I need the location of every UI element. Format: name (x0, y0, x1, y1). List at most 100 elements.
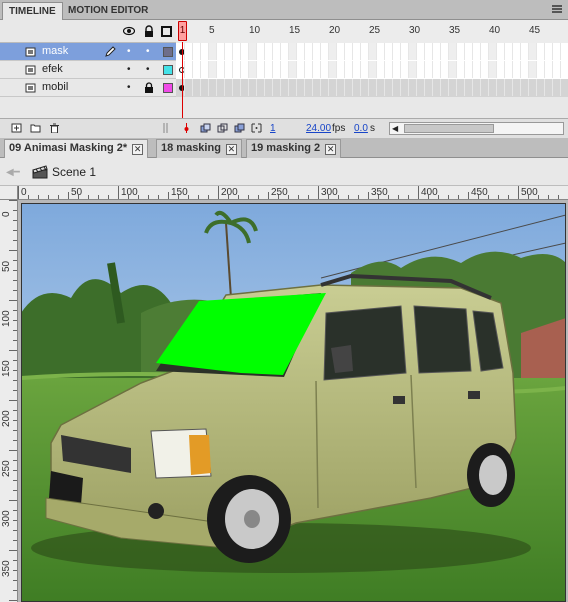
frame-cell-divider (200, 61, 201, 78)
frame-cell-divider (264, 61, 265, 78)
doc-tab-19-masking-2[interactable]: 19 masking 2 ✕ (246, 139, 342, 158)
panel-menu-icon[interactable] (552, 5, 562, 14)
new-layer-icon[interactable] (11, 123, 22, 133)
current-frame-value[interactable]: 1 (270, 123, 276, 134)
frame-cell-divider (344, 61, 345, 78)
frame-cell-divider (560, 79, 561, 96)
lock-icon[interactable] (144, 82, 154, 93)
frame-rate-value[interactable]: 24.00 (306, 123, 331, 134)
frame-cell-divider (240, 43, 241, 60)
layer-row-mask[interactable]: mask • • (0, 43, 568, 61)
frame-cell-divider (328, 79, 329, 96)
show-hide-all-eye-icon[interactable] (123, 25, 135, 37)
visibility-dot[interactable]: • (127, 47, 131, 57)
layer-row-mobil[interactable]: mobil • (0, 79, 568, 97)
layer-name-mask[interactable]: mask (42, 45, 68, 57)
frames-efek[interactable] (176, 61, 568, 79)
scroll-left-arrow-icon[interactable]: ◀ (392, 125, 398, 133)
ruler-tick (48, 195, 49, 199)
ruler-tick (13, 290, 17, 291)
new-folder-icon[interactable] (30, 123, 41, 133)
layer-color-swatch[interactable] (163, 65, 173, 75)
ruler-tick (208, 195, 209, 199)
panel-tab-bar: TIMELINE MOTION EDITOR (0, 0, 568, 20)
frame-cell-divider (200, 43, 201, 60)
frame-cell-divider (360, 79, 361, 96)
center-frame-icon[interactable] (183, 123, 190, 133)
layer-name-efek[interactable]: efek (42, 63, 63, 75)
layer-row-efek[interactable]: efek • • (0, 61, 568, 79)
layer-color-swatch[interactable] (163, 47, 173, 57)
ruler-label: 400 (421, 187, 438, 198)
close-icon[interactable]: ✕ (132, 144, 144, 155)
onion-skin-outlines-icon[interactable] (217, 123, 228, 133)
ruler-tick (508, 195, 509, 199)
tab-motion-editor[interactable]: MOTION EDITOR (62, 2, 154, 20)
frame-cell-divider (432, 61, 433, 78)
scrollbar-thumb[interactable] (404, 124, 494, 133)
frame-cell-divider (512, 79, 513, 96)
tab-timeline[interactable]: TIMELINE (2, 2, 63, 20)
layer-color-swatch[interactable] (163, 83, 173, 93)
back-arrow-icon[interactable]: ◀━ (6, 167, 20, 178)
frame-cell-divider (456, 79, 457, 96)
close-icon[interactable]: ✕ (225, 144, 237, 155)
frame-cell-divider (448, 79, 449, 96)
delete-trash-icon[interactable] (49, 123, 60, 133)
ruler-label: 450 (471, 187, 488, 198)
ruler-tick (13, 410, 17, 411)
close-icon[interactable]: ✕ (325, 144, 337, 155)
layer-name-mobil[interactable]: mobil (42, 81, 68, 93)
modify-onion-markers-icon[interactable] (251, 123, 262, 133)
doc-tab-18-masking[interactable]: 18 masking ✕ (156, 139, 242, 158)
frame-cell-divider (224, 43, 225, 60)
ruler-tick (318, 186, 319, 199)
edit-multiple-frames-icon[interactable] (234, 123, 245, 133)
frame-ruler[interactable]: 1 5 10 15 20 25 30 35 40 45 (176, 20, 568, 43)
ruler-label: 500 (521, 187, 538, 198)
ruler-tick (13, 320, 17, 321)
playhead[interactable]: 1 (178, 21, 187, 41)
ruler-label: 50 (71, 187, 83, 198)
frame-cell-divider (400, 43, 401, 60)
frame-cell-divider (400, 79, 401, 96)
frames-mobil[interactable] (176, 79, 568, 97)
frame-cell-divider (424, 43, 425, 60)
frame-cell-divider (440, 61, 441, 78)
frames-mask[interactable] (176, 43, 568, 61)
frame-cell-divider (248, 61, 249, 78)
lock-dot[interactable]: • (146, 65, 150, 75)
frame-cell-divider (256, 43, 257, 60)
layer-icon (25, 83, 36, 93)
ruler-tick (13, 420, 17, 421)
frame-cell-divider (304, 61, 305, 78)
doc-tab-09-animasi-masking-2[interactable]: 09 Animasi Masking 2* ✕ (4, 139, 149, 158)
frame-cell-divider (560, 61, 561, 78)
frame-cell-divider (312, 79, 313, 96)
frame-cell-divider (232, 61, 233, 78)
scene-label[interactable]: Scene 1 (52, 165, 96, 179)
onion-skin-icon[interactable] (200, 123, 211, 133)
visibility-dot[interactable]: • (127, 65, 131, 75)
ruler-tick (13, 530, 17, 531)
frame-band (328, 43, 336, 60)
frame-rate-unit: fps (332, 123, 346, 134)
stage-canvas[interactable] (21, 203, 566, 602)
ruler-tick (13, 560, 17, 561)
frame-cell-divider (208, 43, 209, 60)
frame-band (408, 61, 416, 78)
frame-band (528, 61, 536, 78)
ruler-label: 300 (1, 510, 12, 527)
outline-all-icon[interactable] (161, 26, 172, 37)
frame-cell-divider (456, 43, 457, 60)
lock-dot[interactable]: • (146, 47, 150, 57)
timeline-horizontal-scrollbar[interactable]: ◀ (389, 122, 564, 135)
ruler-tick (518, 186, 519, 199)
elapsed-time-value[interactable]: 0.0 (354, 123, 368, 134)
frame-cell-divider (336, 79, 337, 96)
ruler-tick (13, 240, 17, 241)
document-tab-bar: 09 Animasi Masking 2* ✕ 18 masking ✕ 19 ma… (0, 138, 568, 158)
lock-all-icon[interactable] (143, 25, 155, 37)
frame-band (408, 43, 416, 60)
visibility-dot[interactable]: • (127, 83, 131, 93)
